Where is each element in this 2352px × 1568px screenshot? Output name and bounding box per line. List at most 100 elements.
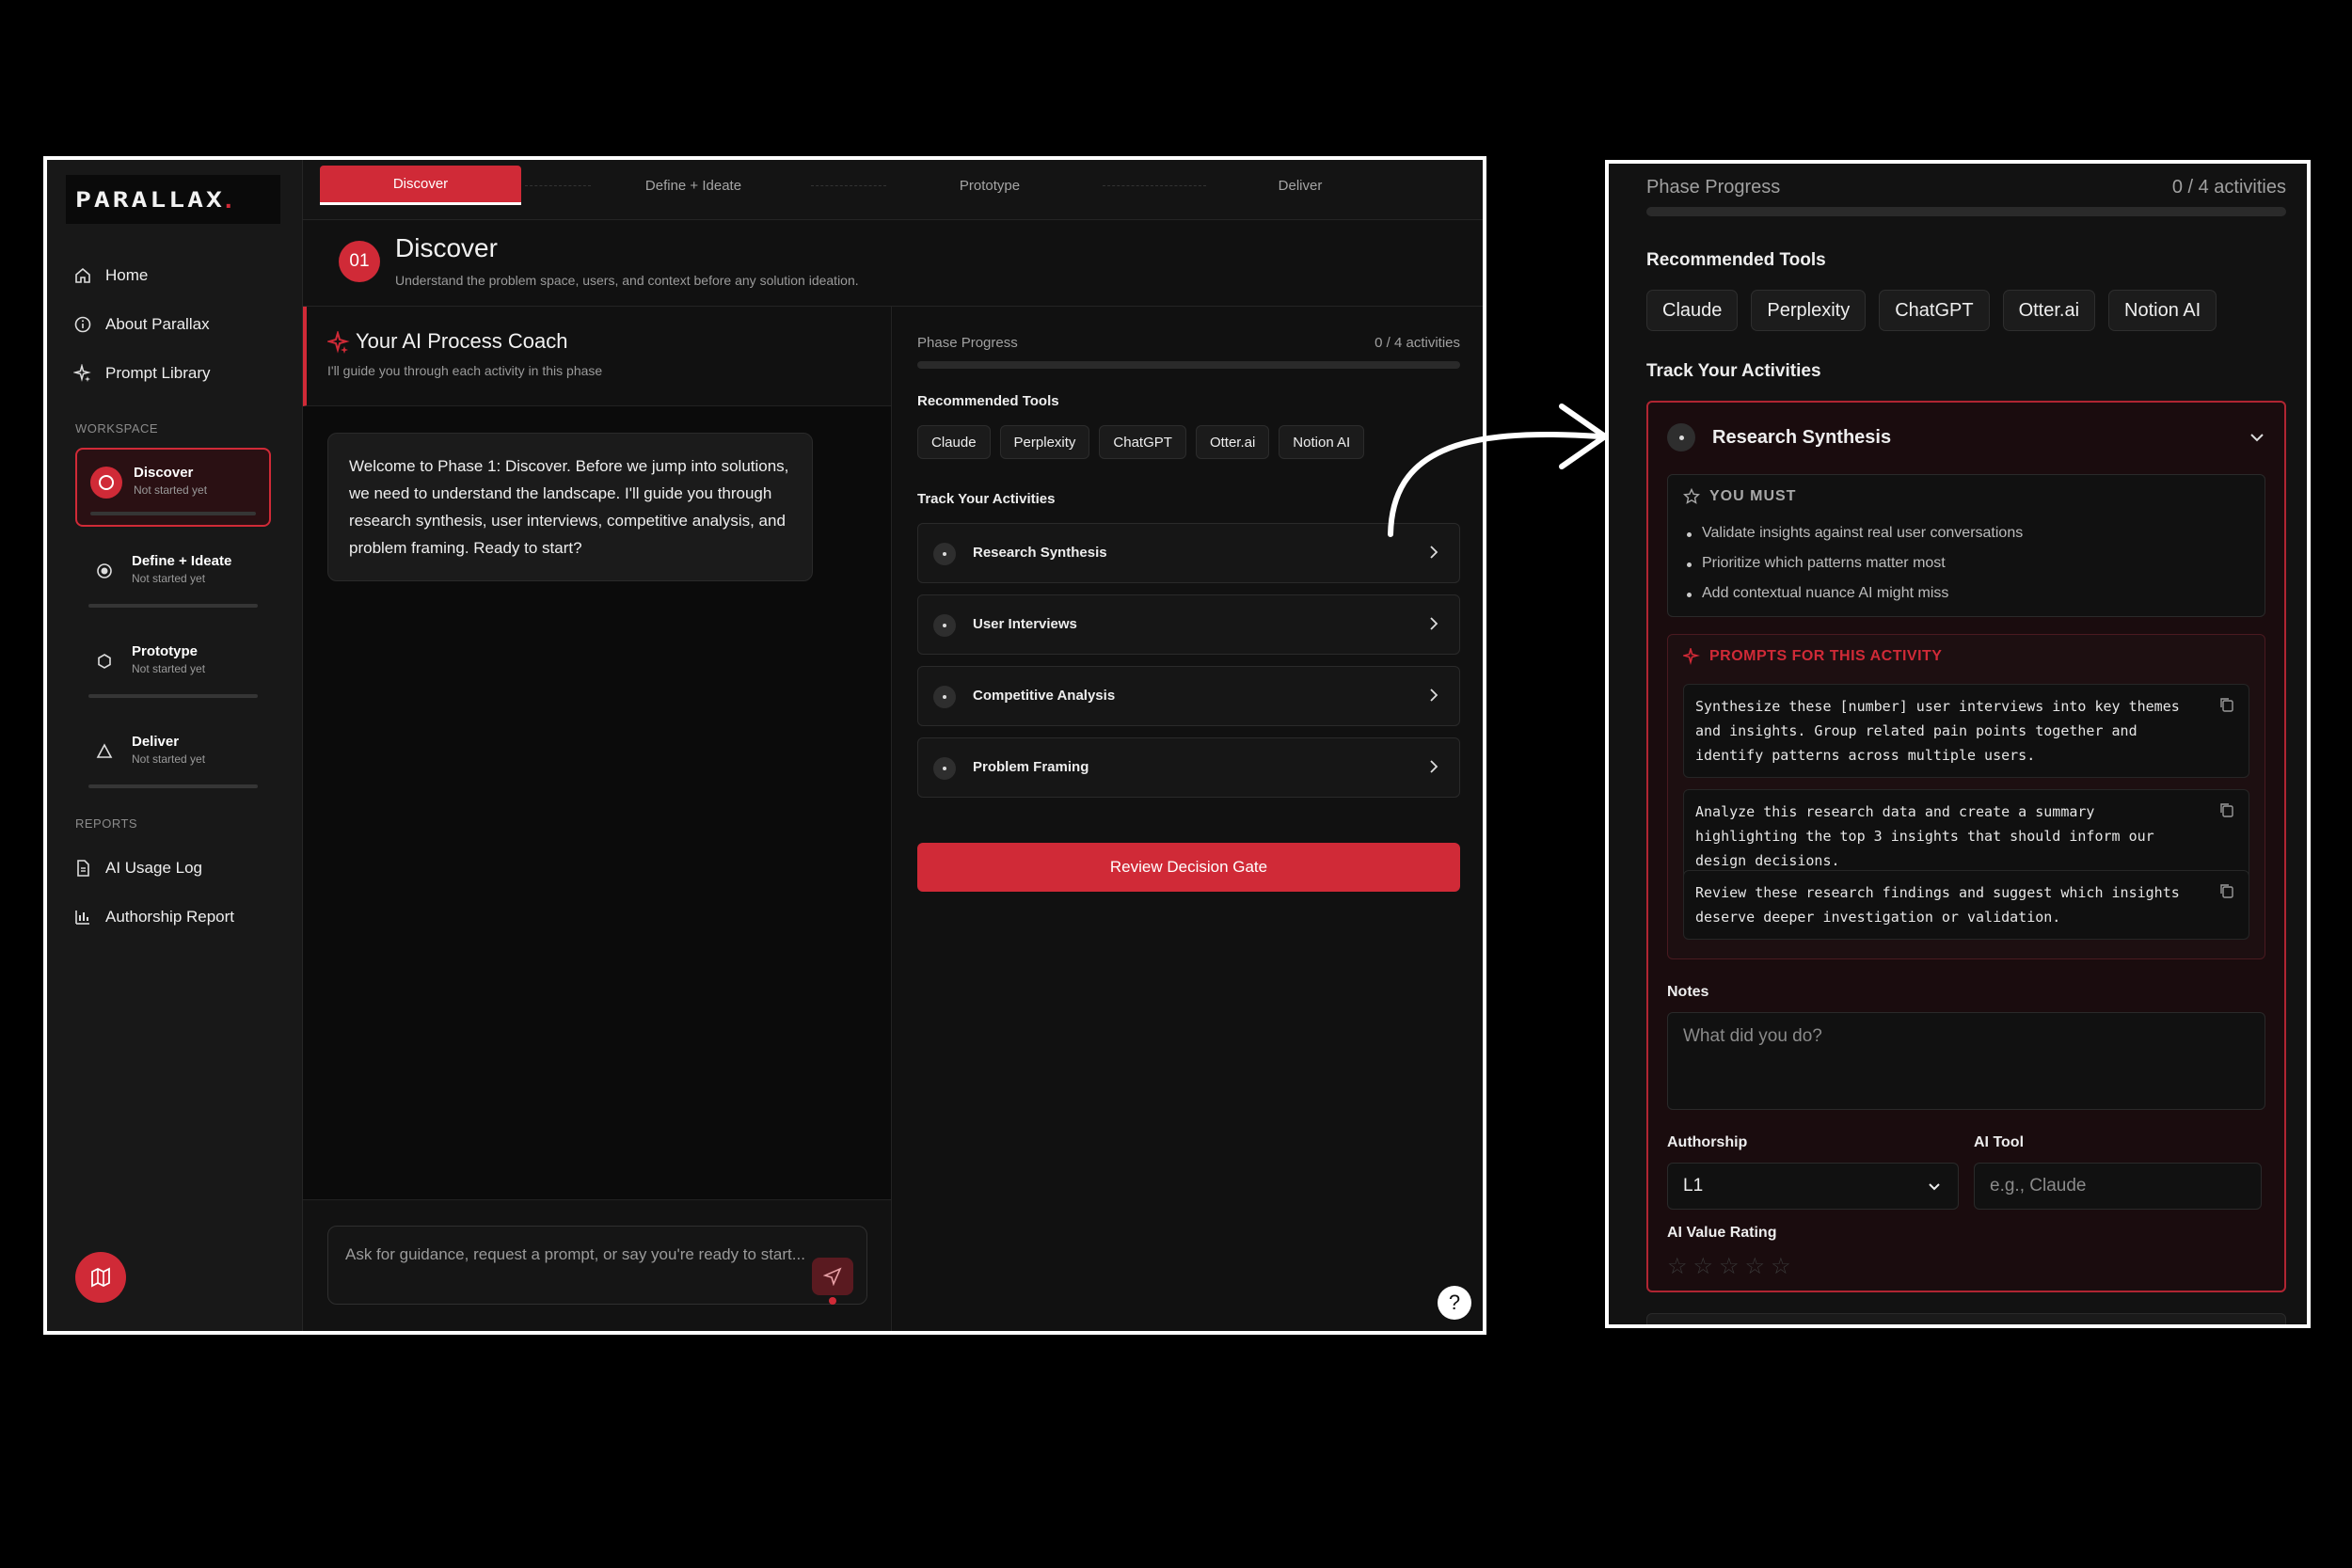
tool-chips: Claude Perplexity ChatGPT Otter.ai Notio… [1646, 290, 2217, 331]
prompt-text: Review these research findings and sugge… [1695, 884, 2180, 926]
screenshot-canvas: PARALLAX. Home About Parallax Prompt Lib… [0, 0, 2352, 1568]
star-icon[interactable]: ☆ [1667, 1253, 1688, 1280]
coach-message: Welcome to Phase 1: Discover. Before we … [327, 433, 813, 581]
tab-discover[interactable]: Discover [320, 166, 521, 205]
star-icon[interactable]: ☆ [1745, 1253, 1766, 1280]
chevron-down-icon[interactable] [2247, 427, 2267, 448]
tool-chip-notion[interactable]: Notion AI [1279, 425, 1365, 459]
phase-progress-bar [88, 604, 258, 608]
parallax-logo[interactable]: PARALLAX. [66, 175, 280, 224]
activity-card-header[interactable]: Research Synthesis [1648, 403, 2284, 470]
activity-user-interviews[interactable]: User Interviews [917, 594, 1460, 655]
activity-title: Research Synthesis [1712, 427, 1892, 448]
phase-name: Prototype [132, 643, 199, 659]
app-window: PARALLAX. Home About Parallax Prompt Lib… [43, 156, 1486, 1335]
coach-subtitle: I'll guide you through each activity in … [327, 363, 603, 378]
tool-chip-chatgpt[interactable]: ChatGPT [1099, 425, 1186, 459]
star-rating[interactable]: ☆ ☆ ☆ ☆ ☆ [1667, 1253, 1791, 1280]
coach-title: Your AI Process Coach [356, 329, 568, 353]
star-icon[interactable]: ☆ [1771, 1253, 1791, 1280]
ai-tool-input[interactable]: e.g., Claude [1974, 1163, 2262, 1210]
track-activities-label: Track Your Activities [917, 491, 1056, 507]
phase-progress-label: Phase Progress [1646, 177, 1781, 198]
sparkle-icon [1683, 648, 1700, 665]
phase-progress-bar [1646, 207, 2286, 216]
copy-icon[interactable] [2218, 696, 2235, 713]
chevron-right-icon [1430, 546, 1438, 559]
tool-chip-claude[interactable]: Claude [917, 425, 991, 459]
review-decision-gate-button[interactable]: Review Decision Gate [917, 843, 1460, 892]
copy-icon[interactable] [2218, 882, 2235, 899]
phase-name: Deliver [132, 734, 180, 750]
nav-ai-usage-log[interactable]: AI Usage Log [73, 852, 202, 884]
map-icon [91, 1267, 110, 1288]
activity-competitive-analysis[interactable]: Competitive Analysis [917, 666, 1460, 726]
recommended-tools-label: Recommended Tools [1646, 250, 1826, 270]
star-icon[interactable]: ☆ [1693, 1253, 1714, 1280]
phase-card-define-ideate[interactable]: Define + Ideate Not started yet [75, 538, 271, 617]
star-icon [1683, 488, 1700, 504]
map-button[interactable] [75, 1252, 126, 1303]
chat-input[interactable]: Ask for guidance, request a prompt, or s… [327, 1226, 867, 1305]
prompts-box: PROMPTS FOR THIS ACTIVITY Synthesize the… [1667, 634, 2265, 959]
tool-chip-claude[interactable]: Claude [1646, 290, 1739, 331]
notes-textarea[interactable]: What did you do? [1667, 1012, 2265, 1110]
tab-prototype[interactable]: Prototype [896, 166, 1084, 205]
activity-problem-framing[interactable]: Problem Framing [917, 737, 1460, 798]
phase-card-prototype[interactable]: Prototype Not started yet [75, 628, 271, 707]
activity-name: Research Synthesis [973, 545, 1107, 561]
reports-label: REPORTS [75, 816, 138, 831]
authorship-select[interactable]: L1 [1667, 1163, 1959, 1210]
help-button[interactable]: ? [1438, 1286, 1471, 1320]
authorship-value: L1 [1683, 1176, 1704, 1196]
tool-chip-chatgpt[interactable]: ChatGPT [1879, 290, 1990, 331]
phase-card-deliver[interactable]: Deliver Not started yet [75, 719, 271, 798]
main-area: Discover Define + Ideate Prototype Deliv… [303, 160, 1483, 1331]
star-icon[interactable]: ☆ [1719, 1253, 1740, 1280]
tool-chip-perplexity[interactable]: Perplexity [999, 425, 1090, 459]
activity-name: Problem Framing [973, 759, 1089, 775]
status-dot-icon [1667, 423, 1695, 451]
ai-coach-panel: Your AI Process Coach I'll guide you thr… [303, 307, 892, 1331]
tool-chip-otter[interactable]: Otter.ai [1195, 425, 1270, 459]
tab-define-ideate[interactable]: Define + Ideate [595, 166, 792, 205]
tab-separator [1103, 185, 1206, 186]
list-item: Add contextual nuance AI might miss [1685, 578, 2023, 609]
you-must-list: Validate insights against real user conv… [1685, 518, 2023, 609]
logo-dot: . [224, 184, 232, 214]
document-icon [77, 860, 89, 877]
phase-status: Not started yet [132, 572, 206, 585]
notes-label: Notes [1667, 984, 1709, 1000]
tab-deliver[interactable]: Deliver [1206, 166, 1394, 205]
status-dot-icon [933, 686, 956, 708]
phase-progress-count: 0 / 4 activities [1375, 335, 1460, 351]
nav-prompt-library[interactable]: Prompt Library [73, 357, 210, 389]
prompt-card[interactable]: Analyze this research data and create a … [1683, 789, 2249, 883]
nav-home[interactable]: Home [73, 260, 148, 292]
prompt-text: Analyze this research data and create a … [1695, 803, 2154, 869]
tool-chip-perplexity[interactable]: Perplexity [1751, 290, 1867, 331]
logo-text: PARALLAX [75, 186, 225, 213]
phase-name: Define + Ideate [132, 553, 232, 569]
authorship-label: Authorship [1667, 1134, 1748, 1150]
prompt-card[interactable]: Review these research findings and sugge… [1683, 870, 2249, 940]
send-button[interactable] [812, 1258, 853, 1295]
copy-icon[interactable] [2218, 801, 2235, 818]
prompt-text: Synthesize these [number] user interview… [1695, 698, 2180, 764]
phase-card-discover[interactable]: Discover Not started yet [75, 448, 271, 527]
chevron-right-icon [1430, 617, 1438, 630]
phase-progress-bar [88, 784, 258, 788]
tool-chip-notion[interactable]: Notion AI [2108, 290, 2217, 331]
phase-name: Discover [134, 465, 194, 481]
chevron-right-icon [1430, 689, 1438, 702]
prompt-card[interactable]: Synthesize these [number] user interview… [1683, 684, 2249, 778]
target-icon [88, 555, 120, 587]
page-title: Discover [395, 233, 498, 262]
nav-about[interactable]: About Parallax [73, 309, 210, 341]
callout-arrow [1388, 404, 1608, 537]
phase-progress-bar [88, 694, 258, 698]
nav-home-label: Home [105, 266, 149, 284]
next-activity-card[interactable] [1646, 1313, 2286, 1324]
tool-chip-otter[interactable]: Otter.ai [2002, 290, 2096, 331]
nav-authorship-report[interactable]: Authorship Report [73, 901, 234, 933]
